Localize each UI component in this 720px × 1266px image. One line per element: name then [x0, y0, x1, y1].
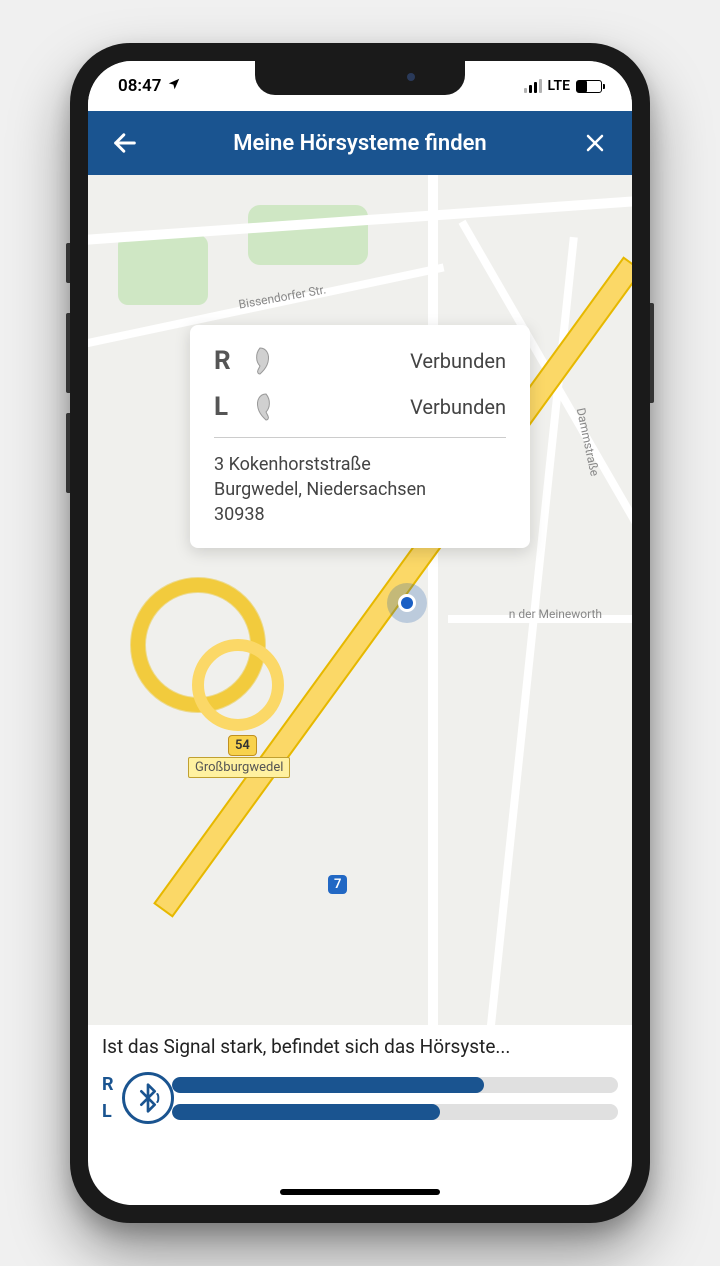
- phone-side-button-right: [650, 303, 654, 403]
- notch: [255, 61, 465, 95]
- screen: 08:47 LTE Meine Hörsysteme finden: [88, 61, 632, 1205]
- info-row-left: L Verbunden: [214, 391, 506, 423]
- status-left: 08:47: [118, 76, 181, 96]
- bluetooth-icon[interactable]: [122, 1072, 174, 1124]
- signal-fill-left: [172, 1104, 440, 1120]
- close-button[interactable]: [578, 126, 612, 160]
- signal-tip-text: Ist das Signal stark, befindet sich das …: [88, 1025, 632, 1064]
- divider: [214, 437, 506, 438]
- current-location-marker[interactable]: [387, 583, 427, 623]
- info-card[interactable]: R Verbunden L Verbunden 3 Kokenhorststra…: [190, 325, 530, 548]
- page-title: Meine Hörsysteme finden: [142, 131, 578, 156]
- address-line: Burgwedel, Niedersachsen: [214, 477, 506, 502]
- home-indicator[interactable]: [280, 1189, 440, 1195]
- signal-label-right: R: [102, 1074, 122, 1095]
- green-area: [248, 205, 368, 265]
- signal-track-right: [172, 1077, 618, 1093]
- connection-status-right: Verbunden: [410, 349, 506, 373]
- map[interactable]: Bissendorfer Str. Dammstraße n der Meine…: [88, 175, 632, 1025]
- status-time: 08:47: [118, 76, 161, 96]
- road: [428, 175, 438, 1025]
- green-area: [118, 235, 208, 305]
- status-right: LTE: [524, 78, 602, 94]
- signal-track-left: [172, 1104, 618, 1120]
- hearing-aid-icon: [250, 345, 276, 377]
- battery-icon: [576, 80, 602, 93]
- town-label: Großburgwedel: [188, 757, 290, 778]
- address-line: 30938: [214, 502, 506, 527]
- signal-bars-icon: [524, 79, 542, 93]
- side-label-left: L: [214, 392, 236, 422]
- hearing-aid-icon: [250, 391, 276, 423]
- signal-label-left: L: [102, 1101, 122, 1122]
- signal-row-left: L: [102, 1101, 618, 1122]
- info-row-right: R Verbunden: [214, 345, 506, 377]
- map-background: [88, 175, 632, 1025]
- location-arrow-icon: [167, 76, 181, 96]
- street-label: n der Meineworth: [509, 607, 602, 621]
- highway-shield: 7: [328, 875, 347, 894]
- signal-panel: R L: [88, 1064, 632, 1146]
- phone-frame: 08:47 LTE Meine Hörsysteme finden: [70, 43, 650, 1223]
- network-label: LTE: [548, 78, 570, 94]
- app-header: Meine Hörsysteme finden: [88, 111, 632, 175]
- interchange: [108, 555, 308, 755]
- connection-status-left: Verbunden: [410, 395, 506, 419]
- highway-shield: 54: [228, 735, 257, 756]
- signal-row-right: R: [102, 1074, 618, 1095]
- side-label-right: R: [214, 346, 236, 376]
- back-button[interactable]: [108, 126, 142, 160]
- phone-side-buttons-left: [66, 243, 70, 283]
- address: 3 Kokenhorststraße Burgwedel, Niedersach…: [214, 452, 506, 528]
- address-line: 3 Kokenhorststraße: [214, 452, 506, 477]
- signal-fill-right: [172, 1077, 484, 1093]
